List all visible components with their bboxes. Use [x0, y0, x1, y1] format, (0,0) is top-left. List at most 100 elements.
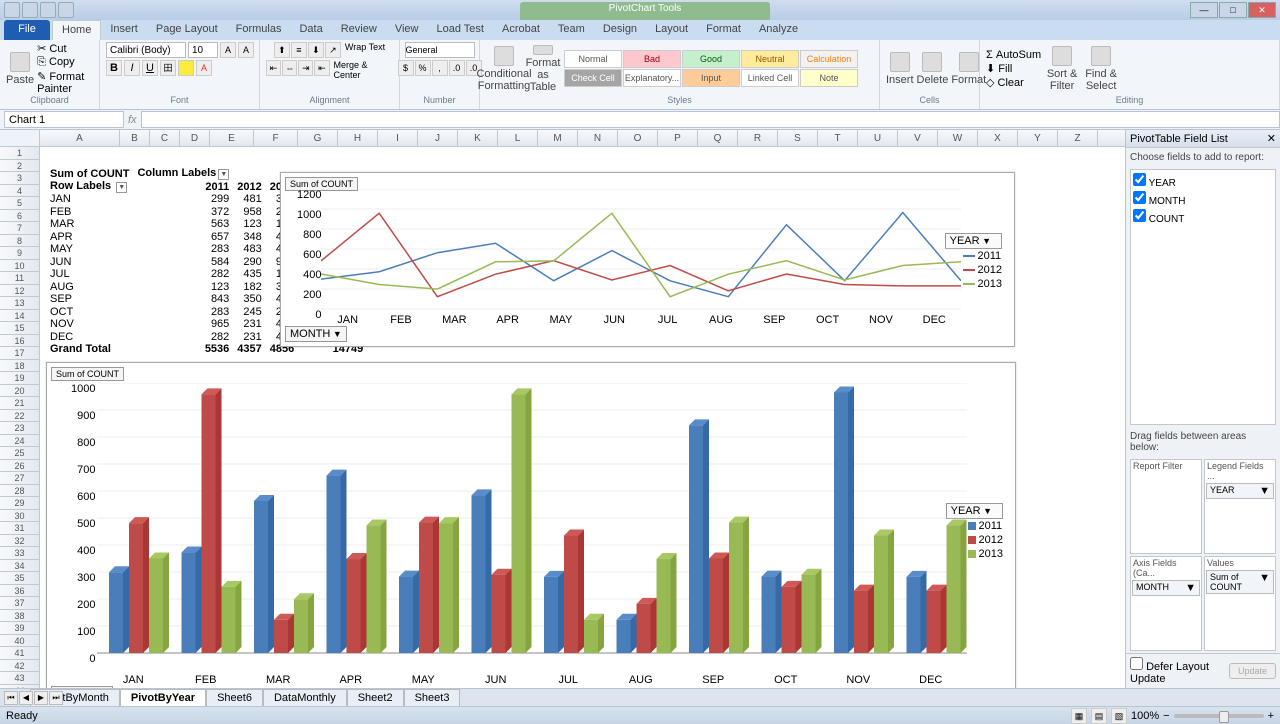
sort-filter-button[interactable]: Sort & Filter: [1044, 45, 1080, 93]
col-header-W[interactable]: W: [938, 130, 978, 146]
border-button[interactable]: 田: [160, 60, 176, 76]
undo-icon[interactable]: [40, 2, 56, 18]
copy-button[interactable]: ⎘ Copy: [37, 56, 93, 69]
view-layout-icon[interactable]: ▤: [1091, 708, 1107, 724]
report-filter-area[interactable]: Report Filter: [1130, 459, 1202, 554]
row-header-36[interactable]: 36: [0, 585, 39, 598]
tab-layout[interactable]: Layout: [646, 20, 697, 40]
align-middle-icon[interactable]: ≡: [291, 42, 307, 58]
align-right-icon[interactable]: ⇥: [298, 60, 313, 76]
insert-cells-button[interactable]: Insert: [886, 45, 914, 93]
select-all-corner[interactable]: [0, 130, 40, 147]
bold-button[interactable]: B: [106, 60, 122, 76]
close-button[interactable]: ✕: [1248, 2, 1276, 18]
col-header-T[interactable]: T: [818, 130, 858, 146]
font-size-input[interactable]: [188, 42, 218, 58]
tab-view[interactable]: View: [386, 20, 428, 40]
cell-style-good[interactable]: Good: [682, 50, 740, 68]
zoom-slider[interactable]: [1174, 714, 1264, 718]
bar-chart[interactable]: Sum of COUNT MONTH ▼ YEAR ▼ 201120122013…: [46, 362, 1016, 688]
row-header-24[interactable]: 24: [0, 435, 39, 448]
tab-analyze[interactable]: Analyze: [750, 20, 807, 40]
field-count[interactable]: COUNT: [1133, 208, 1273, 226]
row-header-31[interactable]: 31: [0, 522, 39, 535]
cell-style-explanatory[interactable]: Explanatory...: [623, 69, 681, 87]
file-tab[interactable]: File: [4, 20, 50, 40]
col-header-Y[interactable]: Y: [1018, 130, 1058, 146]
delete-cells-button[interactable]: Delete: [917, 45, 949, 93]
sheet-tab-sheet3[interactable]: Sheet3: [404, 689, 461, 706]
tab-nav-first[interactable]: ⏮: [4, 691, 18, 705]
chart2-month-filter[interactable]: MONTH ▼: [51, 686, 113, 688]
fieldlist-close-icon[interactable]: ✕: [1267, 132, 1276, 145]
row-header-44[interactable]: 44: [0, 685, 39, 689]
field-month[interactable]: MONTH: [1133, 190, 1273, 208]
defer-update-checkbox[interactable]: Defer Layout Update: [1130, 657, 1229, 685]
col-header-F[interactable]: F: [254, 130, 298, 146]
tab-acrobat[interactable]: Acrobat: [493, 20, 549, 40]
row-header-9[interactable]: 9: [0, 247, 39, 260]
row-headers[interactable]: 1234567891011121314151617181920212223242…: [0, 147, 40, 688]
find-select-button[interactable]: Find & Select: [1083, 45, 1119, 93]
col-header-O[interactable]: O: [618, 130, 658, 146]
row-header-11[interactable]: 11: [0, 272, 39, 285]
orientation-icon[interactable]: ↗: [325, 42, 341, 58]
formula-bar[interactable]: [141, 111, 1280, 128]
row-header-5[interactable]: 5: [0, 197, 39, 210]
col-header-B[interactable]: B: [120, 130, 150, 146]
cell-style-normal[interactable]: Normal: [564, 50, 622, 68]
row-header-8[interactable]: 8: [0, 235, 39, 248]
row-header-21[interactable]: 21: [0, 397, 39, 410]
col-header-V[interactable]: V: [898, 130, 938, 146]
cell-style-calculation[interactable]: Calculation: [800, 50, 858, 68]
sheet-tab-sheet6[interactable]: Sheet6: [206, 689, 263, 706]
row-header-42[interactable]: 42: [0, 660, 39, 673]
wrap-text-button[interactable]: Wrap Text: [345, 42, 385, 58]
decrease-indent-icon[interactable]: ⇤: [314, 60, 329, 76]
name-box[interactable]: [4, 111, 124, 128]
italic-button[interactable]: I: [124, 60, 140, 76]
row-header-39[interactable]: 39: [0, 622, 39, 635]
tab-team[interactable]: Team: [549, 20, 594, 40]
underline-button[interactable]: U: [142, 60, 158, 76]
col-header-J[interactable]: J: [418, 130, 458, 146]
col-header-H[interactable]: H: [338, 130, 378, 146]
tab-page-layout[interactable]: Page Layout: [147, 20, 227, 40]
row-header-18[interactable]: 18: [0, 360, 39, 373]
pill-sum-of-count[interactable]: Sum of COUNT ▼: [1206, 570, 1274, 594]
values-area[interactable]: ValuesSum of COUNT ▼: [1204, 556, 1276, 651]
row-header-40[interactable]: 40: [0, 635, 39, 648]
col-header-S[interactable]: S: [778, 130, 818, 146]
column-headers[interactable]: ABCDEFGHIJKLMNOPQRSTUVWXYZ: [40, 130, 1125, 147]
redo-icon[interactable]: [58, 2, 74, 18]
tab-data[interactable]: Data: [290, 20, 331, 40]
legend-fields-area[interactable]: Legend Fields ...YEAR ▼: [1204, 459, 1276, 554]
row-header-33[interactable]: 33: [0, 547, 39, 560]
format-painter-button[interactable]: ✎ Format Painter: [37, 70, 93, 95]
row-header-12[interactable]: 12: [0, 285, 39, 298]
currency-icon[interactable]: $: [398, 60, 414, 76]
col-header-I[interactable]: I: [378, 130, 418, 146]
align-bottom-icon[interactable]: ⬇: [308, 42, 324, 58]
col-header-C[interactable]: C: [150, 130, 180, 146]
view-break-icon[interactable]: ▧: [1111, 708, 1127, 724]
tab-review[interactable]: Review: [332, 20, 386, 40]
cell-style-checkcell[interactable]: Check Cell: [564, 69, 622, 87]
row-header-29[interactable]: 29: [0, 497, 39, 510]
merge-center-button[interactable]: Merge & Center: [334, 60, 394, 80]
tab-formulas[interactable]: Formulas: [227, 20, 291, 40]
align-center-icon[interactable]: ⇔: [282, 60, 297, 76]
maximize-button[interactable]: □: [1219, 2, 1247, 18]
cell-style-input[interactable]: Input: [682, 69, 740, 87]
row-header-14[interactable]: 14: [0, 310, 39, 323]
col-header-N[interactable]: N: [578, 130, 618, 146]
format-as-table-button[interactable]: Format as Table: [525, 45, 561, 93]
row-header-34[interactable]: 34: [0, 560, 39, 573]
pill-year[interactable]: YEAR ▼: [1206, 483, 1274, 499]
clear-button[interactable]: ◇ Clear: [986, 76, 1041, 89]
row-header-43[interactable]: 43: [0, 672, 39, 685]
tab-load-test[interactable]: Load Test: [427, 20, 493, 40]
row-header-38[interactable]: 38: [0, 610, 39, 623]
row-header-7[interactable]: 7: [0, 222, 39, 235]
tab-nav-prev[interactable]: ◀: [19, 691, 33, 705]
